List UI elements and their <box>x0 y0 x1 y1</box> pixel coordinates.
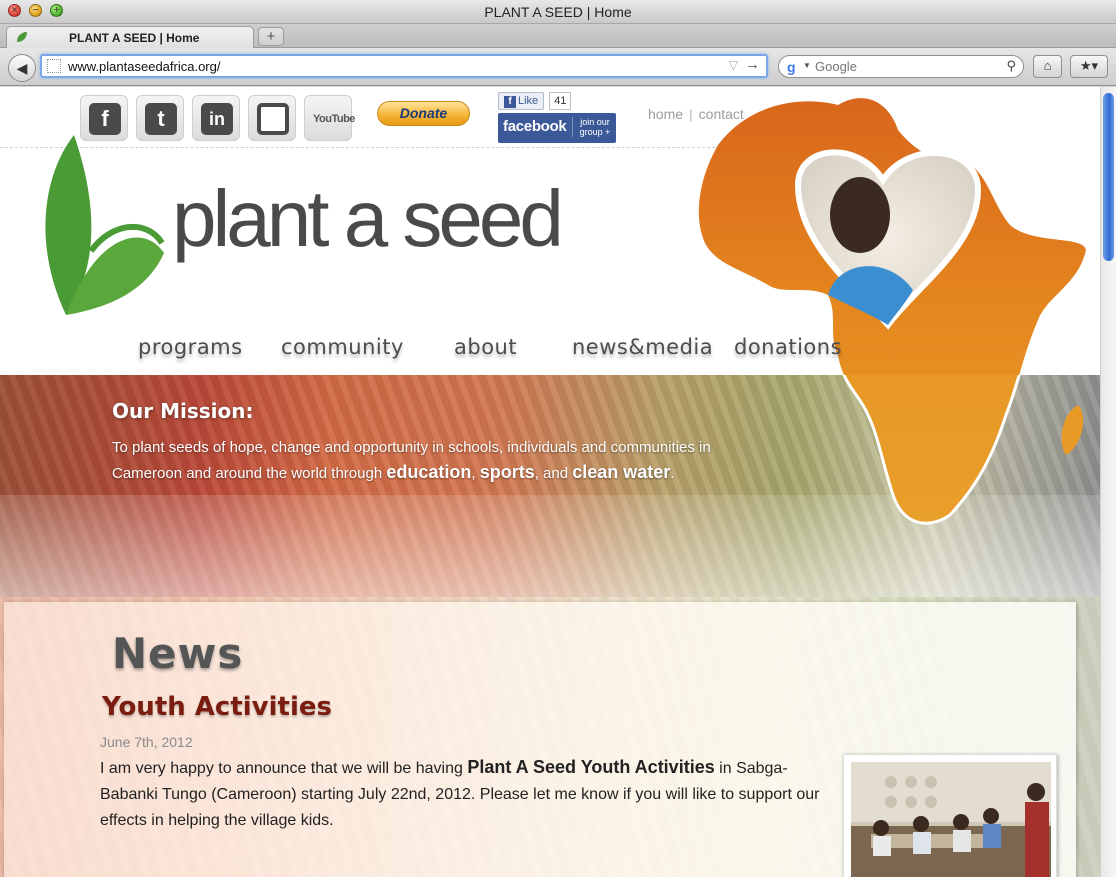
url-input[interactable] <box>68 57 728 75</box>
facebook-icon: f <box>89 103 121 135</box>
search-icon[interactable]: ⚲ <box>1006 58 1016 74</box>
article-date: June 7th, 2012 <box>100 734 193 750</box>
article-highlight: Plant A Seed Youth Activities <box>467 757 715 777</box>
page-icon <box>47 59 61 73</box>
tab-label: PLANT A SEED | Home <box>69 31 200 45</box>
twitter-icon: t <box>145 103 177 135</box>
bookmarks-button[interactable]: ★▾ <box>1070 55 1108 78</box>
back-icon: ◀ <box>16 60 28 76</box>
mission-clean-water: clean water <box>572 462 671 482</box>
title-bar: × − + PLANT A SEED | Home <box>0 0 1116 24</box>
article-body: I am very happy to announce that we will… <box>100 757 820 829</box>
nav-news-media[interactable]: news&media <box>572 335 713 359</box>
page-viewport: f t in YouTube Donate f Like 41 facebook j… <box>0 87 1100 877</box>
home-icon: ⌂ <box>1043 58 1052 73</box>
linkedin-link[interactable]: in <box>192 95 240 141</box>
blog-link[interactable] <box>248 95 296 141</box>
mission-sports: sports <box>479 462 535 482</box>
blog-icon <box>257 103 289 135</box>
navigation-toolbar: ◀ ▽ → g ▼ ⚲ ⌂ ★▾ <box>0 48 1116 86</box>
back-button[interactable]: ◀ <box>8 54 36 82</box>
youtube-icon: YouTube <box>313 113 355 125</box>
facebook-wordmark: facebook <box>503 118 567 135</box>
classroom-photo <box>851 762 1051 877</box>
leaf-logo-icon <box>45 135 165 315</box>
page-scrollbar[interactable] <box>1100 87 1116 877</box>
facebook-f-icon: f <box>504 96 516 108</box>
article-photo-frame[interactable] <box>843 754 1057 877</box>
url-dropdown-icon[interactable]: ▽ <box>729 58 738 72</box>
bookmarks-icon: ★▾ <box>1079 58 1099 73</box>
site-logo-text[interactable]: plant a seed <box>172 179 564 259</box>
tab-plant-a-seed-home[interactable]: PLANT A SEED | Home <box>6 26 254 48</box>
tab-bar: PLANT A SEED | Home + <box>0 24 1116 48</box>
mission-text: To plant seeds of hope, change and oppor… <box>112 439 711 482</box>
mission-title: Our Mission: <box>112 399 254 423</box>
window-title: PLANT A SEED | Home <box>484 4 632 20</box>
article-title[interactable]: Youth Activities <box>102 692 332 722</box>
search-engine-caret-icon[interactable]: ▼ <box>803 61 811 70</box>
news-heading: News <box>112 629 244 678</box>
like-count: 41 <box>549 92 572 110</box>
leaf-favicon-icon <box>17 32 27 42</box>
africa-map-lower-icon <box>842 375 1084 525</box>
home-button[interactable]: ⌂ <box>1033 55 1062 78</box>
address-bar[interactable]: ▽ → <box>40 54 768 78</box>
new-tab-button[interactable]: + <box>258 27 284 46</box>
search-input[interactable] <box>815 58 995 75</box>
youtube-link[interactable]: YouTube <box>304 95 355 141</box>
join-group-label: join our group + <box>572 117 614 137</box>
top-link-home[interactable]: home <box>648 106 683 122</box>
google-icon[interactable]: g <box>787 59 796 75</box>
main-navigation: programs community about news&media dona… <box>0 335 860 375</box>
facebook-join-group-button[interactable]: facebook join our group + <box>498 113 616 143</box>
like-label: Like <box>518 95 539 107</box>
nav-about[interactable]: about <box>454 335 517 359</box>
search-bar[interactable]: g ▼ ⚲ <box>778 55 1024 78</box>
donate-button[interactable]: Donate <box>377 101 470 126</box>
go-arrow-icon[interactable]: → <box>745 56 760 73</box>
scrollbar-thumb[interactable] <box>1103 93 1114 261</box>
facebook-like-button[interactable]: f Like <box>498 92 545 110</box>
facebook-like-widget: f Like 41 <box>498 91 572 110</box>
nav-donations[interactable]: donations <box>734 335 842 359</box>
mission-education: education <box>386 462 472 482</box>
nav-programs[interactable]: programs <box>138 335 243 359</box>
nav-community[interactable]: community <box>281 335 404 359</box>
linkedin-icon: in <box>201 103 233 135</box>
